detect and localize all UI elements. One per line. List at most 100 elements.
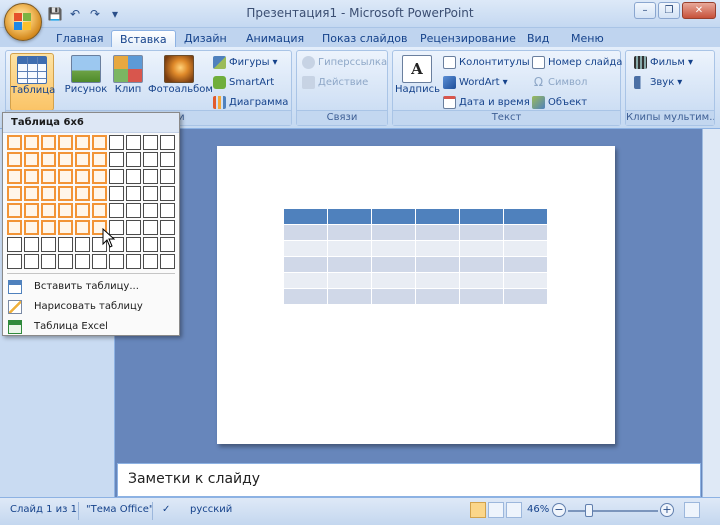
- datetime-button[interactable]: Дата и время: [443, 94, 530, 110]
- grid-cell[interactable]: [7, 169, 22, 184]
- tab-animation[interactable]: Анимация: [238, 30, 312, 48]
- hyperlink-button[interactable]: Гиперссылка: [302, 54, 387, 70]
- grid-cell[interactable]: [75, 169, 90, 184]
- grid-cell[interactable]: [24, 152, 39, 167]
- grid-cell[interactable]: [160, 152, 175, 167]
- normal-view-button[interactable]: [470, 502, 486, 518]
- wordart-button[interactable]: WordArt ▾: [443, 74, 508, 90]
- photo-album-button[interactable]: Фотоальбом: [148, 53, 213, 95]
- slide-table-cell[interactable]: [503, 240, 548, 257]
- grid-cell[interactable]: [7, 152, 22, 167]
- slide-table-cell[interactable]: [371, 240, 416, 257]
- grid-cell[interactable]: [143, 152, 158, 167]
- grid-cell[interactable]: [7, 220, 22, 235]
- grid-cell[interactable]: [126, 152, 141, 167]
- grid-cell[interactable]: [75, 220, 90, 235]
- tab-home[interactable]: Главная: [48, 30, 112, 48]
- slide-table-cell[interactable]: [371, 256, 416, 273]
- zoom-in-button[interactable]: +: [660, 503, 674, 517]
- table-size-grid[interactable]: [7, 135, 175, 269]
- zoom-slider-track[interactable]: [568, 510, 658, 512]
- grid-cell[interactable]: [109, 135, 124, 150]
- grid-cell[interactable]: [75, 186, 90, 201]
- tab-design[interactable]: Дизайн: [176, 30, 235, 48]
- chart-button[interactable]: Диаграмма: [213, 94, 288, 110]
- slide-table-cell[interactable]: [415, 288, 460, 305]
- picture-button[interactable]: Рисунок: [64, 53, 108, 95]
- grid-cell[interactable]: [58, 186, 73, 201]
- slide-table-cell[interactable]: [415, 272, 460, 289]
- grid-cell[interactable]: [160, 203, 175, 218]
- grid-cell[interactable]: [126, 186, 141, 201]
- grid-cell[interactable]: [24, 254, 39, 269]
- header-footer-button[interactable]: Колонтитулы: [443, 54, 530, 70]
- close-button[interactable]: ✕: [682, 2, 716, 19]
- draw-table-item[interactable]: Нарисовать таблицу: [5, 297, 177, 316]
- slide-table-cell[interactable]: [459, 256, 504, 273]
- grid-cell[interactable]: [24, 237, 39, 252]
- slide-table-cell[interactable]: [459, 224, 504, 241]
- sound-button[interactable]: Звук ▾: [634, 74, 682, 90]
- tab-menu[interactable]: Меню: [563, 30, 612, 48]
- grid-cell[interactable]: [7, 203, 22, 218]
- grid-cell[interactable]: [160, 169, 175, 184]
- grid-cell[interactable]: [7, 237, 22, 252]
- slide-table-cell[interactable]: [371, 224, 416, 241]
- grid-cell[interactable]: [75, 152, 90, 167]
- zoom-out-button[interactable]: −: [552, 503, 566, 517]
- grid-cell[interactable]: [160, 186, 175, 201]
- grid-cell[interactable]: [24, 203, 39, 218]
- maximize-button[interactable]: ❐: [658, 2, 680, 19]
- slide-table-cell[interactable]: [503, 208, 548, 225]
- grid-cell[interactable]: [160, 220, 175, 235]
- grid-cell[interactable]: [92, 203, 107, 218]
- grid-cell[interactable]: [24, 169, 39, 184]
- grid-cell[interactable]: [7, 135, 22, 150]
- grid-cell[interactable]: [92, 186, 107, 201]
- fit-slide-button[interactable]: [684, 502, 700, 518]
- slide-table-row[interactable]: [283, 224, 548, 241]
- grid-cell[interactable]: [75, 254, 90, 269]
- tab-insert[interactable]: Вставка: [111, 30, 176, 48]
- notes-pane[interactable]: Заметки к слайду: [117, 463, 701, 497]
- grid-cell[interactable]: [58, 203, 73, 218]
- slide-table-cell[interactable]: [327, 288, 372, 305]
- tab-view[interactable]: Вид: [519, 30, 557, 48]
- grid-cell[interactable]: [75, 135, 90, 150]
- slide-table-cell[interactable]: [327, 272, 372, 289]
- slide-table-cell[interactable]: [327, 208, 372, 225]
- grid-cell[interactable]: [160, 135, 175, 150]
- slide-table-row[interactable]: [283, 208, 548, 225]
- slide-table-cell[interactable]: [283, 240, 328, 257]
- slide-table-cell[interactable]: [415, 208, 460, 225]
- grid-cell[interactable]: [143, 186, 158, 201]
- slide-table-cell[interactable]: [371, 288, 416, 305]
- grid-cell[interactable]: [41, 203, 56, 218]
- slide-table-cell[interactable]: [371, 208, 416, 225]
- grid-cell[interactable]: [58, 237, 73, 252]
- slide-table-cell[interactable]: [459, 288, 504, 305]
- grid-cell[interactable]: [41, 186, 56, 201]
- slide-table-cell[interactable]: [327, 224, 372, 241]
- grid-cell[interactable]: [58, 152, 73, 167]
- grid-cell[interactable]: [109, 169, 124, 184]
- grid-cell[interactable]: [24, 220, 39, 235]
- excel-table-item[interactable]: Таблица Excel: [5, 317, 177, 336]
- grid-cell[interactable]: [126, 203, 141, 218]
- slide-table-cell[interactable]: [371, 272, 416, 289]
- grid-cell[interactable]: [143, 135, 158, 150]
- grid-cell[interactable]: [24, 186, 39, 201]
- slide-table-cell[interactable]: [503, 272, 548, 289]
- grid-cell[interactable]: [109, 203, 124, 218]
- grid-cell[interactable]: [126, 254, 141, 269]
- grid-cell[interactable]: [58, 135, 73, 150]
- grid-cell[interactable]: [7, 186, 22, 201]
- clip-button[interactable]: Клип: [111, 53, 145, 95]
- grid-cell[interactable]: [126, 237, 141, 252]
- slideshow-view-button[interactable]: [506, 502, 522, 518]
- grid-cell[interactable]: [143, 237, 158, 252]
- grid-cell[interactable]: [109, 186, 124, 201]
- grid-cell[interactable]: [75, 237, 90, 252]
- slide-table-cell[interactable]: [503, 224, 548, 241]
- grid-cell[interactable]: [160, 254, 175, 269]
